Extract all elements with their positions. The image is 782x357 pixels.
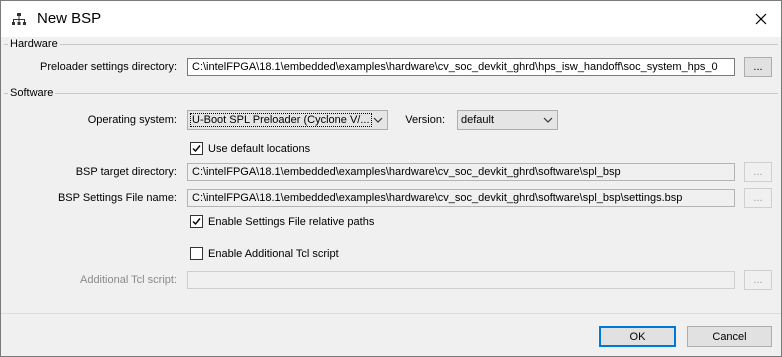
hardware-legend: Hardware [8, 38, 60, 50]
use-default-locations-label: Use default locations [208, 142, 311, 155]
additional-tcl-script-label: Additional Tcl script: [79, 274, 177, 286]
ok-button[interactable]: OK [599, 326, 676, 347]
bsp-settings-file-label: BSP Settings File name: [57, 192, 177, 204]
bsp-hierarchy-icon [12, 13, 26, 25]
preloader-settings-label: Preloader settings directory: [40, 61, 177, 73]
version-label: Version: [405, 114, 445, 126]
operating-system-select[interactable]: U-Boot SPL Preloader (Cyclone V/... [187, 110, 388, 130]
close-button[interactable] [743, 1, 779, 37]
use-default-locations-checkbox[interactable]: Use default locations [190, 142, 310, 155]
operating-system-value: U-Boot SPL Preloader (Cyclone V/... [190, 113, 372, 127]
preloader-browse-button[interactable]: ... [744, 57, 772, 77]
additional-tcl-script-field[interactable] [187, 271, 735, 289]
new-bsp-dialog: New BSP Hardware Preloader settings dire… [0, 0, 782, 357]
bsp-settings-file-field[interactable]: C:\intelFPGA\18.1\embedded\examples\hard… [187, 189, 735, 207]
bsp-target-directory-field[interactable]: C:\intelFPGA\18.1\embedded\examples\hard… [187, 163, 735, 181]
enable-tcl-script-checkbox[interactable]: Enable Additional Tcl script [190, 247, 339, 260]
enable-tcl-script-label: Enable Additional Tcl script [208, 247, 339, 260]
version-value: default [461, 114, 495, 126]
cancel-button[interactable]: Cancel [687, 326, 772, 347]
title-bar: New BSP [1, 1, 781, 37]
window-title: New BSP [37, 10, 102, 27]
checkmark-icon [192, 145, 201, 153]
chevron-down-icon [543, 117, 553, 123]
target-browse-button[interactable]: ... [744, 162, 772, 182]
software-legend: Software [8, 87, 56, 99]
enable-relative-paths-label: Enable Settings File relative paths [208, 215, 375, 228]
chevron-down-icon [373, 117, 383, 123]
version-select[interactable]: default [457, 110, 558, 130]
checkmark-icon [192, 218, 201, 226]
checkbox-box[interactable] [190, 215, 203, 228]
close-icon [755, 13, 767, 25]
checkbox-box[interactable] [190, 247, 203, 260]
enable-relative-paths-checkbox[interactable]: Enable Settings File relative paths [190, 215, 374, 228]
operating-system-label: Operating system: [87, 114, 177, 126]
preloader-settings-field[interactable]: C:\intelFPGA\18.1\embedded\examples\hard… [187, 58, 735, 76]
footer-divider [1, 313, 781, 314]
tcl-browse-button[interactable]: ... [744, 270, 772, 290]
checkbox-box[interactable] [190, 142, 203, 155]
bsp-target-directory-label: BSP target directory: [75, 166, 177, 178]
settings-browse-button[interactable]: ... [744, 188, 772, 208]
